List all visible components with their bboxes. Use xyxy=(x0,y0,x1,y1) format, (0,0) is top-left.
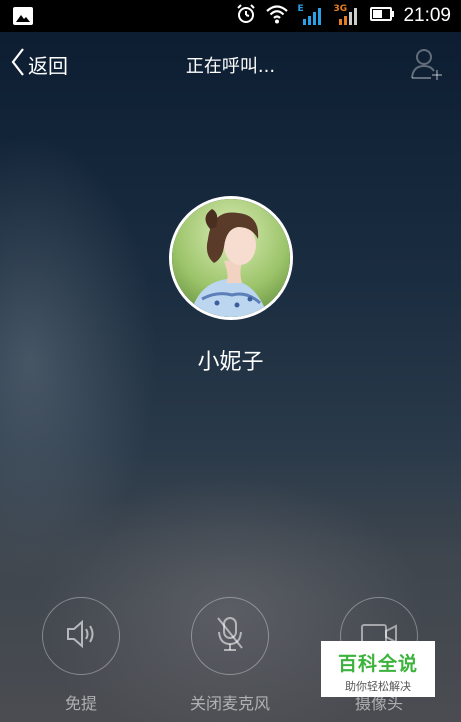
mute-button[interactable] xyxy=(191,597,269,675)
speaker-label: 免提 xyxy=(64,694,97,713)
call-screen: E 3G 21:09 返回 正在呼叫... 小妮子 免提 关闭麦克风 摄像头 百… xyxy=(0,0,461,722)
page-title: 正在呼叫... xyxy=(185,56,276,77)
mute-label: 关闭麦克风 xyxy=(189,694,270,713)
speaker-icon xyxy=(63,616,99,656)
wifi-icon xyxy=(265,3,289,29)
call-header: 返回 正在呼叫... xyxy=(0,32,461,96)
watermark: 百科全说 助你轻松解决 xyxy=(321,641,435,697)
image-icon xyxy=(12,5,34,31)
status-bar: E 3G 21:09 xyxy=(0,0,461,32)
signal-3g-icon: 3G xyxy=(333,4,361,27)
contact-name: 小妮子 xyxy=(197,350,264,375)
add-contact-icon[interactable] xyxy=(409,46,445,82)
mic-off-icon xyxy=(212,614,248,658)
watermark-sub: 助你轻松解决 xyxy=(345,680,411,693)
watermark-main: 百科全说 xyxy=(337,653,418,675)
avatar xyxy=(169,196,293,320)
alarm-icon xyxy=(235,3,257,29)
status-time: 21:09 xyxy=(403,5,451,26)
signal-e-icon: E xyxy=(297,4,325,27)
battery-icon xyxy=(369,3,395,29)
speaker-button[interactable] xyxy=(42,597,120,675)
